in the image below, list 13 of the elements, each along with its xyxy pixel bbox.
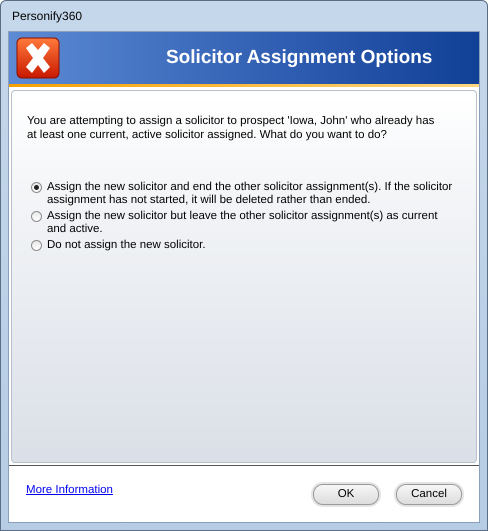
message-text: You are attempting to assign a solicitor to prospect 'Iowa, John' who already has at least one current, active solicitor assigned. What do you want to do?	[27, 114, 436, 142]
error-icon	[16, 37, 60, 79]
radio-button[interactable]	[31, 240, 42, 251]
window-title: Personify360	[12, 9, 82, 23]
radio-button[interactable]	[31, 211, 42, 222]
dialog-button[interactable]: OK	[313, 484, 379, 504]
option-label[interactable]: Assign the new solicitor but leave the other solicitor assignment(s) as current and active.	[47, 210, 457, 236]
radio-button[interactable]	[31, 182, 42, 193]
option-label[interactable]: Do not assign the new solicitor.	[47, 239, 457, 252]
dialog-heading: Solicitor Assignment Options	[166, 47, 432, 69]
more-information-link[interactable]: More Information	[26, 484, 113, 496]
option-label[interactable]: Assign the new solicitor and end the other solicitor assignment(s). If the solicitor assignment has not started, it will be deleted rather than ended.	[47, 181, 457, 207]
dialog-button[interactable]: Cancel	[396, 484, 462, 504]
